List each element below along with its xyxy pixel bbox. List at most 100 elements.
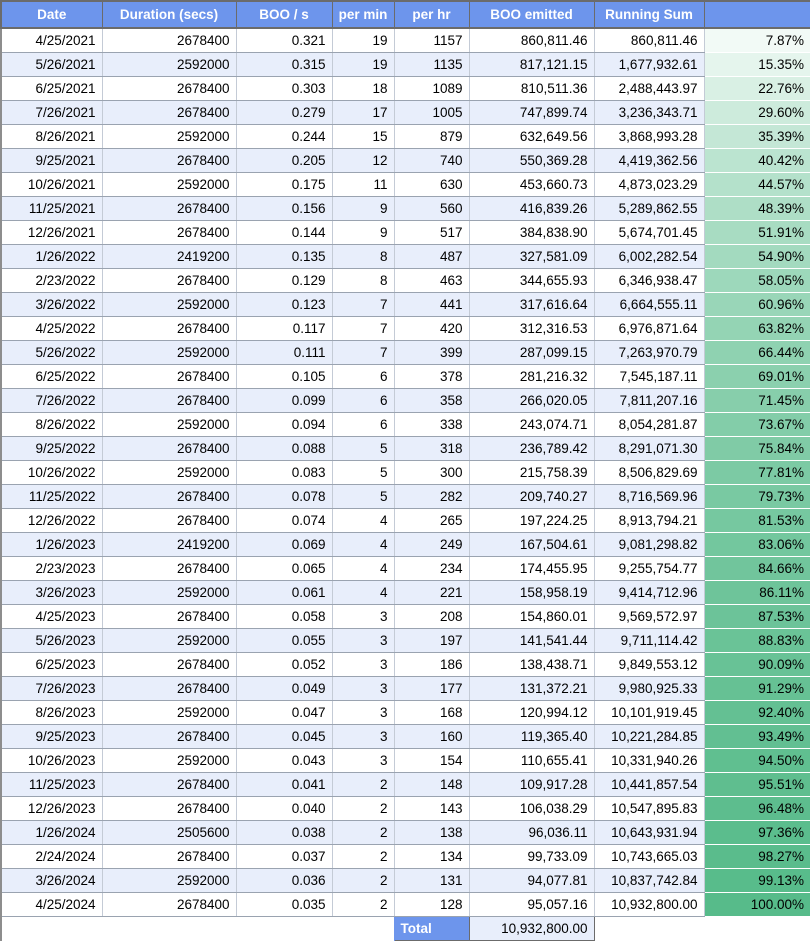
cell-per-hr[interactable]: 463 [393, 268, 470, 293]
cell-boo-per-second[interactable]: 0.205 [235, 148, 333, 173]
table-row[interactable]: 10/26/2022 2592000 0.083 5 300 215,758.39 8,50… [0, 460, 810, 485]
cell-per-min[interactable]: 3 [331, 748, 395, 773]
table-row[interactable]: 1/26/2023 2419200 0.069 4 249 167,504.61 9,081… [0, 532, 810, 557]
cell-percent[interactable]: 29.60% [704, 100, 810, 125]
cell-boo-per-second[interactable]: 0.279 [235, 100, 333, 125]
table-row[interactable]: 4/25/2021 2678400 0.321 19 1157 860,811.46 860… [0, 27, 810, 53]
cell-duration[interactable]: 2678400 [101, 27, 237, 53]
cell-per-hr[interactable]: 740 [393, 148, 470, 173]
cell-date[interactable]: 10/26/2022 [0, 460, 103, 485]
cell-per-hr[interactable]: 197 [393, 628, 470, 653]
cell-boo-emitted[interactable]: 99,733.09 [468, 844, 595, 869]
cell-per-hr[interactable]: 154 [393, 748, 470, 773]
cell-boo-emitted[interactable]: 209,740.27 [468, 484, 595, 509]
cell-per-hr[interactable]: 160 [393, 724, 470, 749]
table-row[interactable]: 1/26/2022 2419200 0.135 8 487 327,581.09 6,002… [0, 244, 810, 269]
cell-percent[interactable]: 96.48% [704, 796, 810, 821]
cell-boo-per-second[interactable]: 0.061 [235, 580, 333, 605]
cell-duration[interactable]: 2592000 [101, 412, 237, 437]
cell-duration[interactable]: 2678400 [101, 604, 237, 629]
table-row[interactable]: 3/26/2024 2592000 0.036 2 131 94,077.81 10,837… [0, 868, 810, 893]
cell-percent[interactable]: 51.91% [704, 220, 810, 245]
cell-per-min[interactable]: 2 [331, 820, 395, 845]
cell-percent[interactable]: 83.06% [704, 532, 810, 557]
table-row[interactable]: 10/26/2021 2592000 0.175 11 630 453,660.73 4,8… [0, 172, 810, 197]
cell-boo-emitted[interactable]: 141,541.44 [468, 628, 595, 653]
cell-percent[interactable]: 71.45% [704, 388, 810, 413]
cell-running-sum[interactable]: 6,664,555.11 [593, 292, 705, 317]
cell-percent[interactable]: 92.40% [704, 700, 810, 725]
cell-percent[interactable]: 94.50% [704, 748, 810, 773]
cell-duration[interactable]: 2678400 [101, 556, 237, 581]
cell-percent[interactable]: 40.42% [704, 148, 810, 173]
cell-boo-emitted[interactable]: 243,074.71 [468, 412, 595, 437]
cell-boo-per-second[interactable]: 0.058 [235, 604, 333, 629]
cell-duration[interactable]: 2678400 [101, 796, 237, 821]
cell-percent[interactable]: 60.96% [704, 292, 810, 317]
cell-running-sum[interactable]: 9,414,712.96 [593, 580, 705, 605]
cell-per-min[interactable]: 12 [331, 148, 395, 173]
cell-percent[interactable]: 77.81% [704, 460, 810, 485]
cell-running-sum[interactable]: 8,913,794.21 [593, 508, 705, 533]
cell-per-hr[interactable]: 282 [393, 484, 470, 509]
cell-date[interactable]: 9/25/2022 [0, 436, 103, 461]
cell-running-sum[interactable]: 10,441,857.54 [593, 772, 705, 797]
cell-date[interactable]: 4/25/2021 [0, 27, 103, 53]
cell-boo-per-second[interactable]: 0.083 [235, 460, 333, 485]
cell-running-sum[interactable]: 6,346,938.47 [593, 268, 705, 293]
cell-boo-per-second[interactable]: 0.156 [235, 196, 333, 221]
cell-boo-per-second[interactable]: 0.315 [235, 52, 333, 77]
cell-duration[interactable]: 2678400 [101, 892, 237, 917]
cell-date[interactable]: 4/25/2023 [0, 604, 103, 629]
cell-per-min[interactable]: 11 [331, 172, 395, 197]
table-row[interactable]: 6/25/2021 2678400 0.303 18 1089 810,511.36 2,4… [0, 76, 810, 101]
cell-boo-emitted[interactable]: 550,369.28 [468, 148, 595, 173]
cell-percent[interactable]: 97.36% [704, 820, 810, 845]
cell-per-min[interactable]: 19 [331, 27, 395, 53]
cell-date[interactable]: 12/26/2021 [0, 220, 103, 245]
cell-date[interactable]: 3/26/2023 [0, 580, 103, 605]
cell-per-min[interactable]: 15 [331, 124, 395, 149]
cell-per-hr[interactable]: 221 [393, 580, 470, 605]
cell-duration[interactable]: 2592000 [101, 292, 237, 317]
cell-per-min[interactable]: 9 [331, 196, 395, 221]
cell-boo-per-second[interactable]: 0.099 [235, 388, 333, 413]
cell-per-hr[interactable]: 420 [393, 316, 470, 341]
cell-percent[interactable]: 58.05% [704, 268, 810, 293]
cell-running-sum[interactable]: 2,488,443.97 [593, 76, 705, 101]
cell-duration[interactable]: 2678400 [101, 436, 237, 461]
cell-running-sum[interactable]: 9,980,925.33 [593, 676, 705, 701]
cell-per-min[interactable]: 17 [331, 100, 395, 125]
cell-running-sum[interactable]: 10,221,284.85 [593, 724, 705, 749]
cell-per-min[interactable]: 9 [331, 220, 395, 245]
cell-running-sum[interactable]: 9,255,754.77 [593, 556, 705, 581]
table-row[interactable]: 2/24/2024 2678400 0.037 2 134 99,733.09 10,743… [0, 844, 810, 869]
cell-running-sum[interactable]: 7,811,207.16 [593, 388, 705, 413]
cell-per-hr[interactable]: 338 [393, 412, 470, 437]
cell-percent[interactable]: 7.87% [704, 28, 810, 53]
cell-duration[interactable]: 2592000 [101, 52, 237, 77]
cell-duration[interactable]: 2678400 [101, 388, 237, 413]
cell-boo-per-second[interactable]: 0.105 [235, 364, 333, 389]
cell-boo-emitted[interactable]: 860,811.46 [468, 27, 595, 53]
table-row[interactable]: 4/25/2024 2678400 0.035 2 128 95,057.16 10,932… [0, 892, 810, 917]
cell-per-min[interactable]: 7 [331, 340, 395, 365]
boo-emission-table[interactable]: Date Duration (secs) BOO / s per min per… [0, 0, 810, 941]
cell-boo-emitted[interactable]: 138,438.71 [468, 652, 595, 677]
cell-running-sum[interactable]: 9,849,553.12 [593, 652, 705, 677]
table-row[interactable]: 1/26/2024 2505600 0.038 2 138 96,036.11 10,643… [0, 820, 810, 845]
cell-boo-emitted[interactable]: 174,455.95 [468, 556, 595, 581]
cell-boo-per-second[interactable]: 0.069 [235, 532, 333, 557]
cell-percent[interactable]: 35.39% [704, 124, 810, 149]
cell-per-hr[interactable]: 1135 [393, 52, 470, 77]
cell-date[interactable]: 11/25/2021 [0, 196, 103, 221]
cell-duration[interactable]: 2592000 [101, 868, 237, 893]
cell-percent[interactable]: 63.82% [704, 316, 810, 341]
cell-boo-emitted[interactable]: 817,121.15 [468, 52, 595, 77]
cell-running-sum[interactable]: 860,811.46 [593, 27, 705, 53]
cell-percent[interactable]: 22.76% [704, 76, 810, 101]
cell-running-sum[interactable]: 6,976,871.64 [593, 316, 705, 341]
cell-per-hr[interactable]: 234 [393, 556, 470, 581]
cell-duration[interactable]: 2678400 [101, 316, 237, 341]
cell-boo-emitted[interactable]: 416,839.26 [468, 196, 595, 221]
